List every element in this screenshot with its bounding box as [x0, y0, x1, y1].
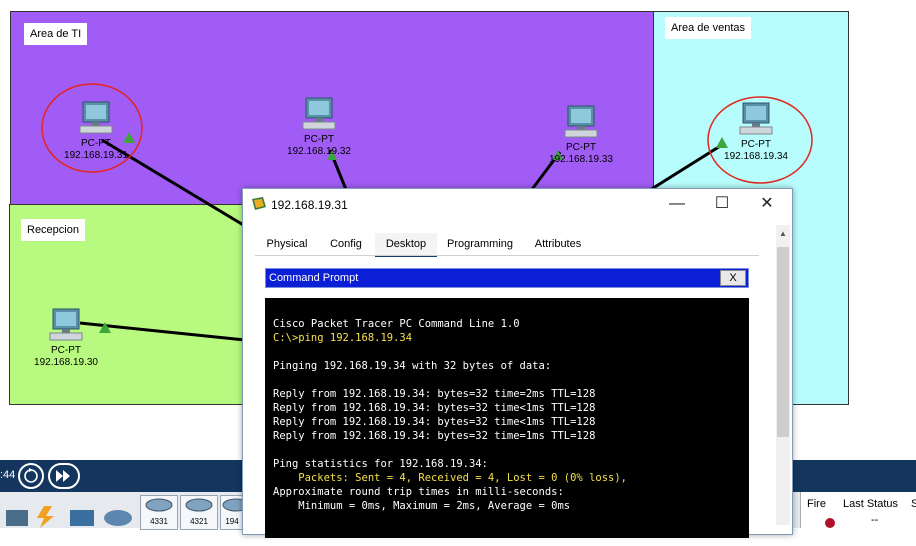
network-devices-icon [6, 510, 28, 526]
window-scrollbar[interactable]: ▲ [776, 225, 790, 525]
pc-ip-label: 192.168.19.33 [549, 154, 613, 165]
scroll-up-icon[interactable]: ▲ [779, 229, 787, 238]
fast-forward-button[interactable] [48, 463, 80, 489]
packet-tracer-app-icon [252, 197, 266, 210]
router-icon [222, 498, 243, 512]
pc-ip-label: 192.168.19.31 [64, 150, 128, 161]
tab-programming[interactable]: Programming [439, 233, 521, 255]
pc-type-label: PC-PT [81, 138, 111, 149]
device-category-icons [6, 506, 132, 528]
tab-attributes[interactable]: Attributes [523, 233, 593, 255]
terminal-line: Reply from 192.168.19.34: bytes=32 time<… [273, 402, 596, 414]
fire-indicator-icon [825, 518, 835, 528]
minimize-button[interactable]: — [657, 193, 697, 215]
device-model-label: 4321 [190, 517, 208, 526]
last-status-value: -- [871, 514, 879, 526]
device-model-label: 194 [225, 517, 239, 526]
terminal-line: Packets: Sent = 4, Received = 4, Lost = … [273, 472, 628, 484]
device-model-4321[interactable]: 4321 [180, 495, 218, 530]
window-title: 192.168.19.31 [271, 198, 348, 212]
pc-config-window: 192.168.19.31 — ☐ ✕ Physical Config Desk… [242, 188, 793, 538]
terminal-line: Approximate round trip times in milli-se… [273, 486, 564, 498]
terminal-line: Pinging 192.168.19.34 with 32 bytes of d… [273, 360, 552, 372]
terminal-line: Reply from 192.168.19.34: bytes=32 time=… [273, 430, 596, 442]
terminal-line: C:\>ping 192.168.19.34 [273, 332, 413, 344]
event-col-s: S [911, 498, 916, 510]
command-prompt-close-button[interactable]: X [720, 270, 746, 286]
pc-192-168-19-34[interactable]: PC-PT 192.168.19.34 [716, 101, 796, 163]
wan-cloud-icon [104, 510, 132, 526]
time-display: :44 [0, 469, 16, 481]
terminal-line: Minimum = 0ms, Maximum = 2ms, Average = … [273, 500, 571, 512]
pc-ip-label: 192.168.19.32 [287, 146, 351, 157]
device-model-4331[interactable]: 4331 [140, 495, 178, 530]
tab-desktop[interactable]: Desktop [375, 233, 437, 257]
pc-icon [49, 308, 83, 341]
router-icon [185, 498, 213, 512]
pc-icon [79, 101, 113, 134]
terminal-line: Reply from 192.168.19.34: bytes=32 time<… [273, 416, 596, 428]
event-col-last-status: Last Status [843, 498, 899, 510]
pc-ip-label: 192.168.19.34 [724, 151, 788, 162]
end-devices-icon [70, 510, 94, 526]
command-prompt-terminal[interactable]: Cisco Packet Tracer PC Command Line 1.0 C… [265, 298, 749, 538]
pc-type-label: PC-PT [304, 134, 334, 145]
pc-192-168-19-30[interactable]: PC-PT 192.168.19.30 [26, 307, 106, 369]
window-titlebar[interactable]: 192.168.19.31 — ☐ ✕ [243, 189, 792, 219]
connections-icon [37, 506, 54, 528]
pc-192-168-19-33[interactable]: PC-PT 192.168.19.33 [541, 104, 621, 166]
event-col-fire: Fire [807, 498, 826, 510]
pc-type-label: PC-PT [51, 345, 81, 356]
device-model-label: 4331 [150, 517, 168, 526]
terminal-line: Ping statistics for 192.168.19.34: [273, 458, 488, 470]
pc-icon [564, 105, 598, 138]
pc-type-label: PC-PT [566, 142, 596, 153]
pc-type-label: PC-PT [741, 139, 771, 150]
pc-192-168-19-31[interactable]: PC-PT 192.168.19.31 [56, 100, 136, 162]
scrollbar-thumb[interactable] [777, 247, 789, 437]
pc-192-168-19-32[interactable]: PC-PT 192.168.19.32 [279, 96, 359, 158]
command-prompt-titlebar: Command Prompt X [265, 268, 749, 288]
tab-physical[interactable]: Physical [257, 233, 317, 255]
pc-icon [302, 97, 336, 130]
reset-time-button[interactable] [18, 463, 44, 489]
event-list-panel: Fire Last Status S -- [800, 492, 916, 528]
router-icon [145, 498, 173, 512]
terminal-line: Reply from 192.168.19.34: bytes=32 time=… [273, 388, 596, 400]
maximize-button[interactable]: ☐ [702, 193, 742, 215]
tab-config[interactable]: Config [319, 233, 373, 255]
pc-icon [739, 102, 773, 135]
link-pc34 [649, 141, 726, 192]
fast-forward-icon [56, 470, 70, 482]
device-model-194[interactable]: 194 [220, 495, 244, 530]
pc-ip-label: 192.168.19.30 [34, 357, 98, 368]
terminal-line: Cisco Packet Tracer PC Command Line 1.0 [273, 318, 520, 330]
close-button[interactable]: ✕ [747, 193, 787, 215]
reset-icon [24, 468, 38, 483]
command-prompt-title: Command Prompt [269, 272, 359, 284]
